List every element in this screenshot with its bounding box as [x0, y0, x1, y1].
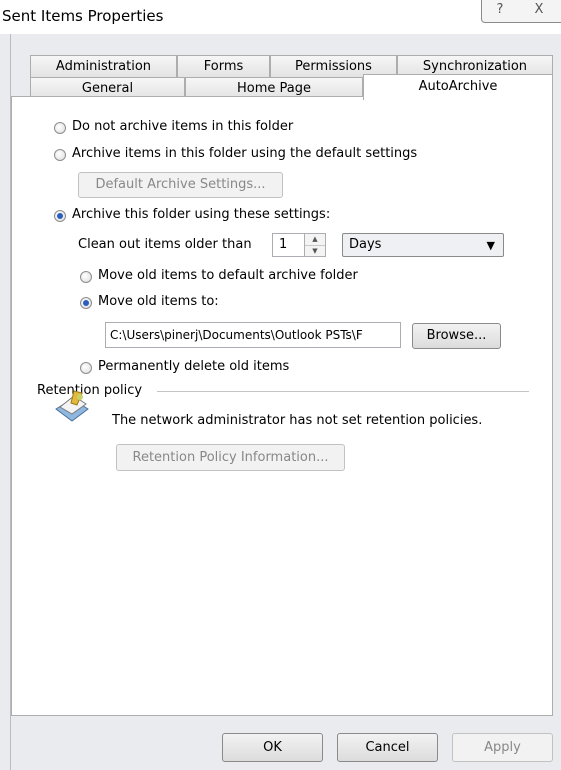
chevron-down-icon: ▼: [486, 239, 495, 252]
tab-administration[interactable]: Administration: [30, 55, 177, 77]
radio-move-to[interactable]: [80, 297, 92, 309]
help-button[interactable]: ?: [481, 0, 519, 23]
radio-archive-custom[interactable]: [54, 210, 66, 222]
default-archive-settings-button[interactable]: Default Archive Settings...: [78, 172, 283, 198]
cancel-button[interactable]: Cancel: [337, 733, 438, 762]
spin-up-icon[interactable]: ▲: [305, 234, 325, 246]
tab-autoarchive[interactable]: AutoArchive: [363, 74, 553, 100]
help-icon: ?: [496, 2, 504, 17]
age-unit-value: Days: [349, 237, 382, 252]
archive-path-input[interactable]: C:\Users\pinerj\Documents\Outlook PSTs\F: [105, 322, 401, 348]
label-permanently-delete: Permanently delete old items: [98, 359, 290, 374]
radio-move-default[interactable]: [80, 271, 92, 283]
spin-down-icon[interactable]: ▼: [305, 246, 325, 257]
age-spinner[interactable]: ▲ ▼: [304, 233, 326, 257]
radio-do-not-archive[interactable]: [54, 122, 66, 134]
policy-document-icon: [55, 390, 89, 422]
radio-archive-default[interactable]: [54, 149, 66, 161]
age-unit-dropdown[interactable]: Days ▼: [342, 233, 504, 257]
dialog-frame-edge: [0, 34, 11, 770]
apply-button[interactable]: Apply: [452, 733, 553, 762]
label-archive-default: Archive items in this folder using the d…: [72, 146, 418, 161]
label-move-default: Move old items to default archive folder: [98, 268, 358, 283]
label-do-not-archive: Do not archive items in this folder: [72, 119, 294, 134]
clean-out-age-input[interactable]: 1: [272, 233, 305, 257]
retention-policy-information-button[interactable]: Retention Policy Information...: [116, 444, 345, 471]
ok-button[interactable]: OK: [222, 733, 323, 762]
window-title: Sent Items Properties: [2, 7, 164, 25]
close-button[interactable]: X: [517, 0, 561, 23]
browse-button[interactable]: Browse...: [412, 323, 501, 349]
tab-forms[interactable]: Forms: [177, 55, 270, 77]
close-icon: X: [534, 2, 544, 17]
title-bar: Sent Items Properties ? X: [0, 0, 561, 34]
radio-permanently-delete[interactable]: [80, 362, 92, 374]
label-clean-out: Clean out items older than: [78, 237, 252, 252]
label-archive-custom: Archive this folder using these settings…: [72, 207, 331, 222]
retention-separator: [157, 391, 529, 392]
retention-message: The network administrator has not set re…: [112, 413, 483, 428]
label-move-to: Move old items to:: [98, 294, 219, 309]
